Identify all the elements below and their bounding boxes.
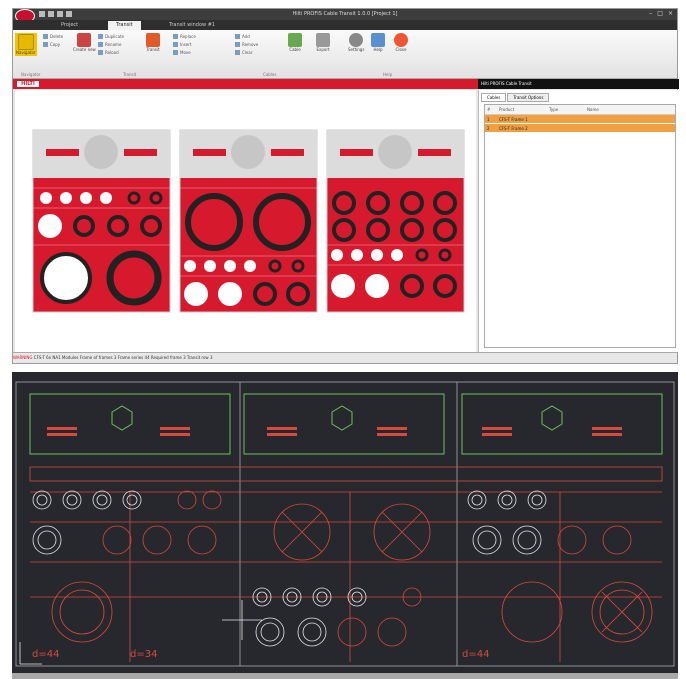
clear-icon bbox=[235, 50, 240, 55]
group-label: Cables bbox=[263, 72, 277, 77]
close-transit-button[interactable]: Close bbox=[394, 33, 408, 52]
frame-1 bbox=[32, 129, 171, 313]
clear-button[interactable]: Clear bbox=[235, 50, 252, 55]
transit-icon bbox=[146, 33, 160, 47]
navigator-button[interactable]: Navigator bbox=[15, 33, 37, 56]
duplicate-button[interactable]: Duplicate bbox=[98, 34, 124, 39]
settings-button[interactable]: Settings bbox=[348, 33, 364, 52]
ribbon: Navigator Delete Copy Create new Duplica… bbox=[13, 30, 677, 79]
ribbon-tabs: Project Transit Transit window #1 bbox=[13, 20, 677, 30]
remove-icon bbox=[235, 42, 240, 47]
window-title: Hilti PROFIS Cable Transit 1.0.0 [Projec… bbox=[292, 11, 398, 17]
copy-icon bbox=[43, 42, 48, 47]
delete-icon bbox=[43, 34, 48, 39]
tab-cables[interactable]: Cables bbox=[481, 93, 507, 102]
table-row[interactable]: 1 CFS-T Frame 1 bbox=[485, 115, 675, 124]
group-label: Help bbox=[383, 72, 393, 77]
move-icon bbox=[173, 50, 178, 55]
panel-header: Hilti PROFIS Cable Transit bbox=[478, 79, 679, 89]
cad-drawing bbox=[15, 381, 675, 667]
title-bar: Hilti PROFIS Cable Transit 1.0.0 [Projec… bbox=[13, 9, 677, 23]
copy-button[interactable]: Copy bbox=[43, 42, 60, 47]
help-icon bbox=[371, 33, 385, 47]
rename-icon bbox=[98, 42, 103, 47]
status-warning: WARNING bbox=[13, 355, 33, 360]
cad-scrollbar[interactable] bbox=[12, 673, 678, 679]
group-label: Navigator bbox=[21, 72, 41, 77]
tab-transit[interactable]: Transit bbox=[108, 21, 141, 30]
frame-3 bbox=[326, 129, 465, 313]
reload-icon bbox=[98, 50, 103, 55]
help-button[interactable]: Help bbox=[371, 33, 385, 52]
table-row[interactable]: 2 CFS-T Frame 2 bbox=[485, 124, 675, 133]
add-button[interactable]: Add bbox=[235, 34, 250, 39]
cad-dimension-label: d=44 bbox=[462, 649, 490, 660]
status-text: CFS-T 6x NA1 Modules Frame of frames 3 F… bbox=[33, 355, 213, 360]
close-window-button[interactable]: × bbox=[668, 10, 673, 17]
rename-button[interactable]: Rename bbox=[98, 42, 121, 47]
move-button[interactable]: Move bbox=[173, 50, 191, 55]
replace-button[interactable]: Replace bbox=[173, 34, 196, 39]
status-bar: WARNING CFS-T 6x NA1 Modules Frame of fr… bbox=[13, 352, 677, 363]
tab-project[interactable]: Project bbox=[53, 21, 86, 30]
gear-icon bbox=[349, 33, 364, 47]
tab-transit-window[interactable]: Transit window #1 bbox=[161, 21, 223, 30]
tab-transit-options[interactable]: Transit Options bbox=[507, 93, 550, 102]
frames-drawing bbox=[32, 129, 465, 313]
hilti-logo: HILTI bbox=[17, 81, 39, 87]
window-controls: – □ × bbox=[649, 10, 673, 17]
cables-table: # Product Type Name 1 CFS-T Frame 1 2 CF… bbox=[484, 104, 676, 348]
replace-icon bbox=[173, 34, 178, 39]
cable-icon bbox=[288, 33, 302, 47]
design-canvas[interactable] bbox=[15, 90, 476, 352]
delete-button[interactable]: Delete bbox=[43, 34, 63, 39]
navigator-icon bbox=[17, 34, 34, 50]
minimize-button[interactable]: – bbox=[649, 10, 652, 17]
table-header: # Product Type Name bbox=[485, 105, 675, 115]
add-icon bbox=[235, 34, 240, 39]
transit-button[interactable]: Transit bbox=[146, 33, 160, 52]
cad-dimension-label: d=34 bbox=[130, 649, 158, 660]
cables-panel: Cables Transit Options # Product Type Na… bbox=[478, 90, 678, 352]
insert-icon bbox=[173, 42, 178, 47]
export-icon bbox=[316, 33, 330, 47]
maximize-button[interactable]: □ bbox=[657, 10, 663, 17]
cad-viewport[interactable]: d=44 d=34 d=44 bbox=[12, 372, 678, 679]
app-window: Hilti PROFIS Cable Transit 1.0.0 [Projec… bbox=[12, 8, 679, 364]
close-icon bbox=[394, 33, 408, 47]
create-new-button[interactable]: Create new bbox=[73, 33, 96, 52]
cad-dimension-label: d=44 bbox=[32, 649, 60, 660]
remove-button[interactable]: Remove bbox=[235, 42, 258, 47]
create-icon bbox=[77, 33, 92, 47]
panel-tabs: Cables Transit Options bbox=[481, 93, 550, 102]
reload-button[interactable]: Reload bbox=[98, 50, 119, 55]
export-button[interactable]: Export bbox=[316, 33, 330, 52]
cable-button[interactable]: Cable bbox=[288, 33, 302, 52]
duplicate-icon bbox=[98, 34, 103, 39]
frame-2 bbox=[179, 129, 318, 313]
insert-button[interactable]: Insert bbox=[173, 42, 191, 47]
group-label: Transit bbox=[123, 72, 137, 77]
